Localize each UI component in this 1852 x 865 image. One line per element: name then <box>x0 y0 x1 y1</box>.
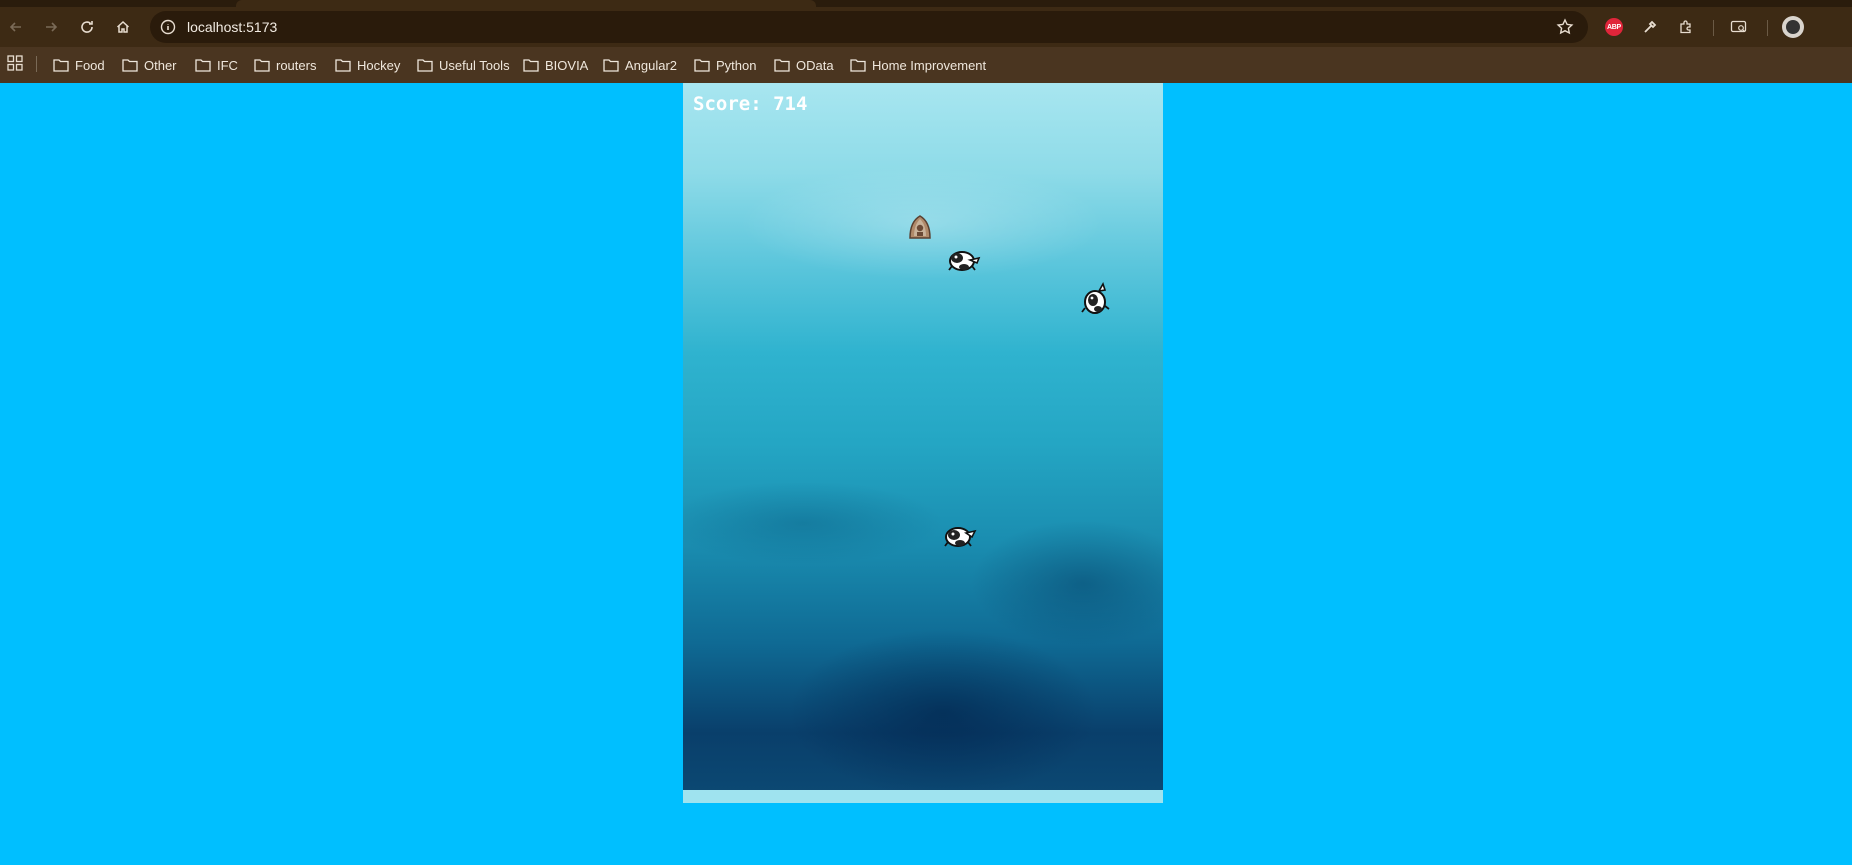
active-tab[interactable] <box>236 0 816 7</box>
address-bar[interactable]: localhost:5173 <box>150 11 1588 43</box>
bookmark-label: Angular2 <box>625 57 678 73</box>
tab-strip <box>0 0 1852 7</box>
folder-icon <box>53 59 69 72</box>
bookmark-folder-python[interactable]: Python <box>694 54 756 76</box>
adblock-extension-button[interactable]: ABP <box>1603 16 1625 38</box>
penguin-icon <box>944 527 977 547</box>
browser-chrome: localhost:5173 ABP Food Other IFC router… <box>0 0 1852 83</box>
bookmark-folder-other[interactable]: Other <box>122 54 177 76</box>
score-label: Score: 714 <box>693 93 808 115</box>
eyedropper-extension-button[interactable] <box>1639 16 1661 38</box>
bookmark-label: Hockey <box>357 57 401 73</box>
folder-icon <box>417 59 433 72</box>
bookmark-folder-hockey[interactable]: Hockey <box>335 54 400 76</box>
profile-button[interactable] <box>1782 16 1804 38</box>
reload-button[interactable] <box>74 14 100 40</box>
bookmark-folder-useful-tools[interactable]: Useful Tools <box>417 54 510 76</box>
bookmark-star-icon[interactable] <box>1556 18 1574 36</box>
bookmark-folder-home-improvement[interactable]: Home Improvement <box>850 54 986 76</box>
home-icon <box>116 20 130 33</box>
game-canvas[interactable]: Score: 714 <box>683 83 1163 803</box>
bookmark-label: OData <box>796 57 834 73</box>
eyedropper-icon <box>1644 20 1657 33</box>
arrow-left-icon <box>9 22 21 32</box>
folder-icon <box>523 59 539 72</box>
bookmarks-bar: Food Other IFC routers Hockey Useful Too… <box>0 47 1852 83</box>
back-button[interactable] <box>3 14 29 40</box>
toolbar-divider <box>1713 20 1714 36</box>
folder-icon <box>774 59 790 72</box>
tab-search-button[interactable] <box>1728 16 1750 38</box>
puzzle-icon <box>1680 20 1691 34</box>
bookmark-folder-routers[interactable]: routers <box>254 54 316 76</box>
bookmark-label: BIOVIA <box>545 57 589 73</box>
arrow-right-icon <box>46 22 58 32</box>
toolbar-divider <box>1767 20 1768 36</box>
folder-icon <box>122 59 138 72</box>
folder-icon <box>254 59 270 72</box>
reload-icon <box>81 21 93 33</box>
url-text[interactable]: localhost:5173 <box>187 19 277 35</box>
bookmark-label: IFC <box>217 57 238 73</box>
home-button[interactable] <box>110 14 136 40</box>
forward-button[interactable] <box>38 14 64 40</box>
apps-grid-icon[interactable] <box>7 55 23 71</box>
penguin-icon <box>1081 282 1110 314</box>
site-info-icon[interactable] <box>160 19 176 35</box>
bookmark-folder-food[interactable]: Food <box>53 54 105 76</box>
boat-icon <box>909 215 931 239</box>
bookmark-label: Home Improvement <box>872 57 987 73</box>
tab-search-icon <box>1730 20 1747 33</box>
adblock-icon: ABP <box>1605 18 1623 36</box>
bookmark-folder-ifc[interactable]: IFC <box>195 54 238 76</box>
bookmark-folder-angular2[interactable]: Angular2 <box>603 54 677 76</box>
bookmark-label: Other <box>144 57 177 73</box>
bookmark-label: routers <box>276 57 317 73</box>
bookmark-label: Python <box>716 57 757 73</box>
extensions-button[interactable] <box>1675 16 1697 38</box>
bookmark-folder-odata[interactable]: OData <box>774 54 834 76</box>
folder-icon <box>694 59 710 72</box>
folder-icon <box>195 59 211 72</box>
bookmark-label: Food <box>75 57 105 73</box>
folder-icon <box>603 59 619 72</box>
browser-toolbar: localhost:5173 ABP <box>0 7 1852 47</box>
penguin-icon <box>948 251 981 271</box>
bookmark-label: Useful Tools <box>439 57 510 73</box>
folder-icon <box>335 59 351 72</box>
bookmark-folder-biovia[interactable]: BIOVIA <box>523 54 588 76</box>
folder-icon <box>850 59 866 72</box>
avatar <box>1782 16 1804 38</box>
game-bottom-edge <box>683 790 1163 803</box>
bookmarks-divider <box>36 56 37 72</box>
